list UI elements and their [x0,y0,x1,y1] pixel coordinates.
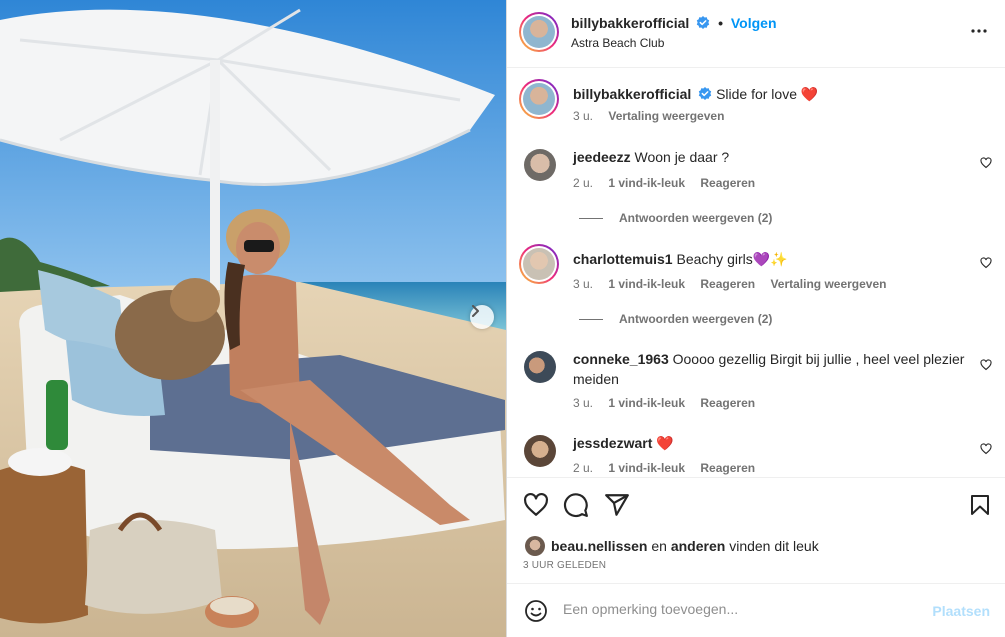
heart-icon[interactable] [980,443,992,455]
view-replies-button[interactable]: Antwoorden weergeven (2) [579,312,772,326]
comment-likes-count[interactable]: 1 vind-ik-leuk [608,176,685,190]
view-replies-button[interactable]: Antwoorden weergeven (2) [579,211,772,225]
post-photo[interactable] [0,0,506,637]
chevron-right-icon [472,305,479,317]
view-replies-label: Antwoorden weergeven (2) [619,312,773,326]
post-actions: beau.nellissen en anderen vinden dit leu… [507,477,1005,583]
replies-divider-line [579,318,603,320]
view-replies-label: Antwoorden weergeven (2) [619,211,773,225]
verified-badge-icon [696,16,710,29]
liker-avatar[interactable] [525,536,545,556]
comment-reply-button[interactable]: Reageren [700,461,755,475]
liker-username[interactable]: beau.nellissen [551,538,647,554]
next-photo-button[interactable] [470,305,494,329]
verified-badge-icon [698,87,712,100]
likes-others-link[interactable]: anderen [671,538,725,554]
caption-translate-button[interactable]: Vertaling weergeven [608,109,724,123]
likes-connector: en [651,538,667,554]
comment-username[interactable]: conneke_1963 [573,351,669,367]
comment-reply-button[interactable]: Reageren [700,277,755,291]
comment-time[interactable]: 2 u. [573,461,593,475]
comment-meta: 3 u. 1 vind-ik-leuk Reageren [573,396,767,410]
post-side-panel: billybakkerofficial • Volgen Astra Beach… [506,0,1005,637]
comment-likes-count[interactable]: 1 vind-ik-leuk [608,396,685,410]
caption-time[interactable]: 3 u. [573,109,593,123]
comment-text: Beachy girls💜✨ [676,251,788,267]
beach-photo-illustration [0,0,506,637]
comment-input[interactable] [563,601,913,617]
post-caption: billybakkerofficial Slide for love ❤️ 3 … [507,79,1005,139]
caption-text: Slide for love ❤️ [716,86,819,102]
bookmark-icon[interactable] [968,492,992,518]
comment-avatar[interactable] [519,244,559,284]
comment-likes-count[interactable]: 1 vind-ik-leuk [608,461,685,475]
comment-text: ❤️ [656,435,674,451]
caption-username[interactable]: billybakkerofficial [573,86,691,102]
post-timestamp[interactable]: 3 UUR GELEDEN [523,560,606,571]
comment-text-line: jessdezwart ❤️ [573,433,953,453]
comment-item: jeedeezz Woon je daar ? 2 u. 1 vind-ik-l… [507,147,1005,207]
comment-text: Woon je daar ? [634,149,730,165]
comment-translate-button[interactable]: Vertaling weergeven [770,277,886,291]
comment-icon[interactable] [563,492,589,518]
comment-text-line: charlottemuis1 Beachy girls💜✨ [573,249,953,269]
replies-divider-line [579,217,603,219]
heart-icon[interactable] [523,492,549,518]
caption-text-line: billybakkerofficial Slide for love ❤️ [573,84,953,104]
comment-username[interactable]: charlottemuis1 [573,251,673,267]
more-options-icon[interactable] [970,22,988,40]
comments-list[interactable]: billybakkerofficial Slide for love ❤️ 3 … [507,69,1005,477]
heart-icon[interactable] [980,157,992,169]
author-line: billybakkerofficial • Volgen [571,15,777,31]
add-comment-bar: Plaatsen [507,583,1005,637]
comment-username[interactable]: jeedeezz [573,149,631,165]
comment-meta: 3 u. 1 vind-ik-leuk Reageren Vertaling w… [573,277,899,291]
author-username[interactable]: billybakkerofficial [571,15,689,31]
caption-meta: 3 u. Vertaling weergeven [573,109,736,123]
comment-avatar[interactable] [524,149,556,181]
comment-reply-button[interactable]: Reageren [700,396,755,410]
emoji-icon[interactable] [524,599,548,623]
comment-avatar[interactable] [524,351,556,383]
comment-item: conneke_1963 Ooooo gezellig Birgit bij j… [507,349,1005,429]
follow-button[interactable]: Volgen [731,15,777,31]
comment-text-line: jeedeezz Woon je daar ? [573,147,953,167]
comment-item: charlottemuis1 Beachy girls💜✨ 3 u. 1 vin… [507,244,1005,304]
comment-reply-button[interactable]: Reageren [700,176,755,190]
comment-time[interactable]: 2 u. [573,176,593,190]
author-avatar[interactable] [519,79,559,119]
author-avatar[interactable] [519,12,559,52]
separator-dot: • [718,15,723,31]
comment-username[interactable]: jessdezwart [573,435,652,451]
likes-suffix: vinden dit leuk [729,538,819,554]
comment-likes-count[interactable]: 1 vind-ik-leuk [608,277,685,291]
comment-item: jessdezwart ❤️ 2 u. 1 vind-ik-leuk Reage… [507,433,1005,477]
comment-time[interactable]: 3 u. [573,396,593,410]
comment-meta: 2 u. 1 vind-ik-leuk Reageren [573,461,767,475]
post-header: billybakkerofficial • Volgen Astra Beach… [507,0,1005,68]
heart-icon[interactable] [980,359,992,371]
heart-icon[interactable] [980,257,992,269]
comment-meta: 2 u. 1 vind-ik-leuk Reageren [573,176,767,190]
comment-text-line: conneke_1963 Ooooo gezellig Birgit bij j… [573,349,968,389]
comment-avatar[interactable] [524,435,556,467]
post-comment-button[interactable]: Plaatsen [932,603,990,619]
post-location[interactable]: Astra Beach Club [571,36,664,50]
likes-summary: beau.nellissen en anderen vinden dit leu… [525,536,819,556]
comment-time[interactable]: 3 u. [573,277,593,291]
share-icon[interactable] [604,492,630,518]
